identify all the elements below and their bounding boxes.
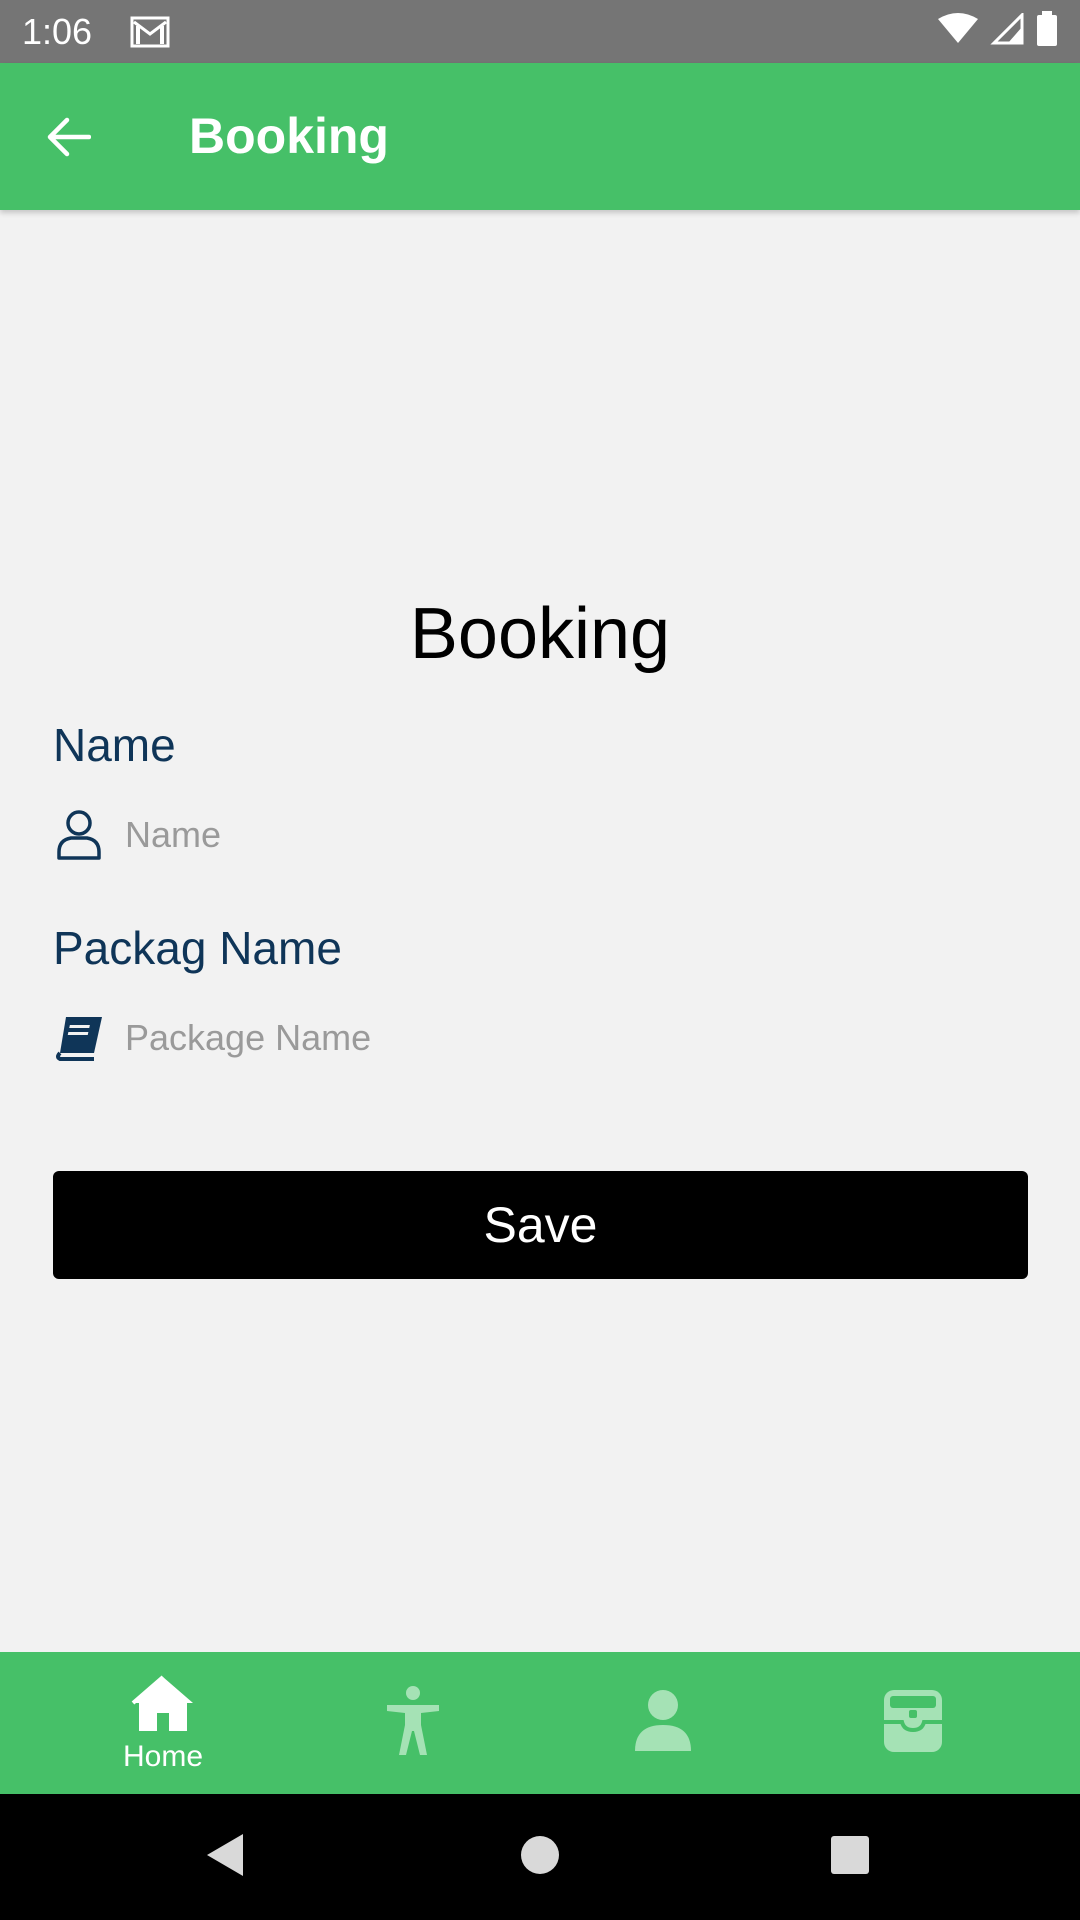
app-bar: Booking [0,63,1080,210]
name-field-row [53,800,1027,870]
name-label: Name [53,719,176,771]
screen: 1:06 Booking Booking Name Name Packag Na… [0,0,1080,1920]
home-circle-icon [520,1835,560,1880]
nav-item-home[interactable]: Home [38,1652,288,1794]
bottom-navigation: Home [0,1652,1080,1794]
back-triangle-icon [205,1832,245,1883]
form-heading: Booking [409,594,671,674]
system-recents-button[interactable] [790,1794,910,1920]
app-bar-title: Booking [189,108,389,164]
name-input[interactable] [125,814,1005,856]
wifi-icon [938,13,978,50]
recents-square-icon [830,1835,870,1880]
package-name-input[interactable] [125,1017,1005,1059]
inbox-icon [882,1688,944,1759]
gmail-icon [130,16,170,48]
home-icon [131,1673,195,1738]
user-outline-icon [53,807,105,863]
package-name-label: Packag Name [53,922,342,974]
save-button[interactable]: Save [53,1171,1028,1279]
system-home-button[interactable] [480,1794,600,1920]
nav-item-accessibility[interactable] [288,1652,538,1794]
nav-item-inbox[interactable] [788,1652,1038,1794]
package-field-row [53,1003,1027,1073]
signal-icon [990,11,1024,50]
nav-label-home: Home [122,1739,204,1773]
status-time: 1:06 [22,10,93,52]
battery-icon [1036,11,1058,52]
book-icon [53,1010,105,1066]
system-navigation-bar [0,1794,1080,1920]
system-back-button[interactable] [165,1794,285,1920]
back-button[interactable] [40,111,96,167]
person-icon [633,1689,693,1758]
arrow-left-icon [45,117,92,162]
accessibility-icon [383,1685,443,1762]
nav-item-profile[interactable] [538,1652,788,1794]
status-bar: 1:06 [0,0,1080,63]
